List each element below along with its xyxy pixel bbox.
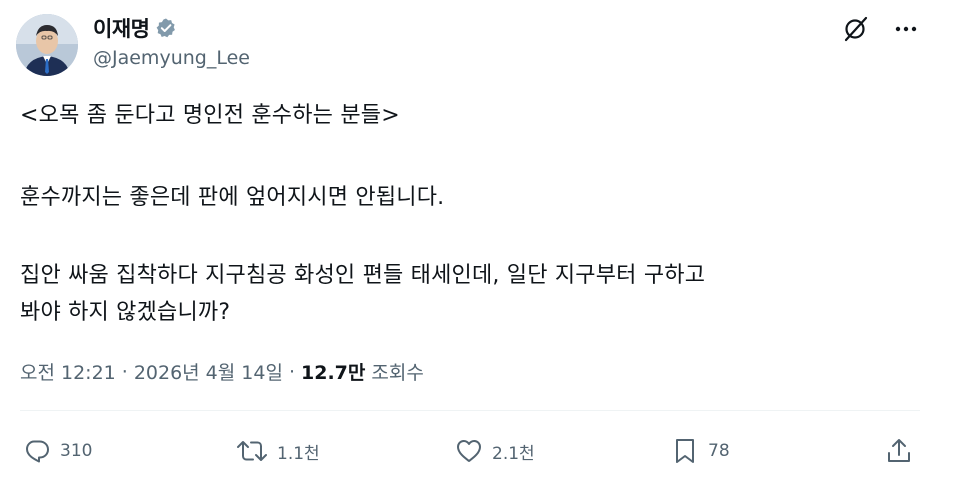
grok-icon[interactable] — [841, 14, 871, 44]
tweet-line: 봐야 하지 않겠습니까? — [20, 300, 231, 325]
top-actions — [841, 14, 921, 44]
meta-separator: · — [288, 360, 295, 383]
reply-icon — [22, 436, 52, 466]
handle[interactable]: @Jaemyung_Lee — [93, 47, 250, 69]
action-bar: 310 1.1천 2.1천 78 — [22, 436, 922, 476]
like-button[interactable]: 2.1천 — [454, 436, 535, 466]
heart-icon — [454, 436, 484, 466]
tweet-time[interactable]: 오전 12:21 — [20, 358, 116, 385]
meta-separator: · — [121, 360, 128, 383]
views-label[interactable]: 조회수 — [371, 358, 423, 385]
tweet-line: 훈수까지는 좋은데 판에 엎어지시면 안됩니다. — [20, 185, 445, 210]
bookmark-icon — [670, 436, 700, 466]
views-count[interactable]: 12.7만 — [301, 358, 365, 385]
avatar[interactable] — [16, 14, 78, 76]
verified-badge-icon — [155, 17, 177, 39]
tweet-meta: 오전 12:21 · 2026년 4월 14일 · 12.7만 조회수 — [20, 358, 424, 385]
avatar-image — [16, 14, 78, 76]
display-name[interactable]: 이재명 — [93, 13, 150, 43]
tweet-date[interactable]: 2026년 4월 14일 — [134, 358, 283, 385]
bookmark-count: 78 — [708, 441, 730, 461]
reply-count: 310 — [60, 441, 93, 461]
retweet-icon — [235, 436, 269, 466]
like-count: 2.1천 — [492, 443, 535, 464]
tweet-line: 집안 싸움 집착하다 지구침공 화성인 편들 태세인데, 일단 지구부터 구하고 — [20, 263, 706, 288]
divider — [20, 410, 920, 411]
author-name-row: 이재명 — [93, 13, 177, 43]
tweet-line: <오목 좀 둔다고 명인전 훈수하는 분들> — [20, 103, 400, 128]
bookmark-button[interactable]: 78 — [670, 436, 730, 466]
reply-button[interactable]: 310 — [22, 436, 92, 466]
tweet-card: 이재명 @Jaemyung_Lee <오목 좀 둔다고 명인전 훈수하는 분들> — [0, 0, 959, 481]
share-icon — [884, 436, 914, 466]
share-button[interactable] — [884, 436, 914, 466]
retweet-button[interactable]: 1.1천 — [235, 436, 320, 466]
retweet-count: 1.1천 — [277, 443, 320, 464]
more-icon[interactable] — [891, 14, 921, 44]
